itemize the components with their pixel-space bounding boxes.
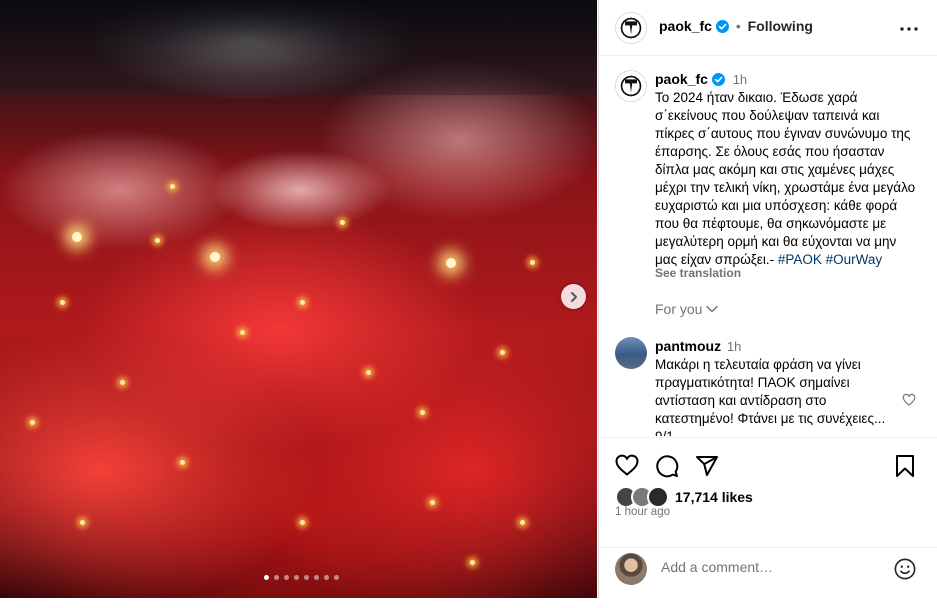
spark <box>120 380 125 385</box>
liker-avatar <box>647 486 669 508</box>
carousel-dot <box>334 575 339 580</box>
caption-username[interactable]: paok_fc <box>655 71 708 87</box>
for-you-dropdown[interactable]: For you <box>655 301 719 317</box>
next-image-button[interactable] <box>561 284 586 309</box>
spark <box>180 460 185 465</box>
more-options-button[interactable] <box>900 18 918 36</box>
spark <box>470 560 475 565</box>
heart-icon <box>902 393 916 406</box>
caption-avatar[interactable] <box>615 70 647 102</box>
spark <box>430 500 435 505</box>
spark <box>530 260 535 265</box>
comment-time: 1h <box>726 339 742 354</box>
spark <box>80 520 85 525</box>
spark <box>500 350 505 355</box>
comment-text: Μακάρι η τελευταία φράση να γίνει πραγμα… <box>655 357 886 436</box>
commenter-avatar[interactable] <box>615 337 647 369</box>
chevron-right-icon <box>570 291 577 302</box>
post-header: paok_fc • Following <box>599 0 937 56</box>
save-button[interactable] <box>895 454 915 483</box>
post-image[interactable] <box>0 0 597 598</box>
carousel-dot <box>264 575 269 580</box>
spark <box>340 220 345 225</box>
share-button[interactable] <box>695 454 719 483</box>
caption: paok_fc 1h Το 2024 ήταν δικαιο. Έδωσε χα… <box>655 70 920 269</box>
spark <box>60 300 65 305</box>
hashtag-link[interactable]: #OurWay <box>826 252 883 267</box>
carousel-dot <box>314 575 319 580</box>
flare <box>72 232 82 242</box>
spark <box>240 330 245 335</box>
heart-icon <box>615 454 639 476</box>
like-comment-button[interactable] <box>902 393 916 411</box>
comment-icon <box>656 455 679 478</box>
see-translation-link[interactable]: See translation <box>655 266 741 280</box>
share-icon <box>696 456 718 476</box>
post-panel: paok_fc • Following paok_fc 1h Το 2024 ή… <box>598 0 937 598</box>
carousel-dot <box>284 575 289 580</box>
spark <box>300 520 305 525</box>
hashtag-link[interactable]: #PAOK <box>778 252 822 267</box>
more-icon <box>900 27 918 31</box>
spark <box>366 370 371 375</box>
comment-username[interactable]: pantmouz <box>655 338 721 354</box>
chevron-down-icon <box>706 305 719 313</box>
separator: • <box>735 18 741 34</box>
flare <box>210 252 220 262</box>
comments-section[interactable]: paok_fc 1h Το 2024 ήταν δικαιο. Έδωσε χα… <box>599 56 937 436</box>
spark <box>420 410 425 415</box>
post-actions: 17,714 likes 1 hour ago <box>599 437 937 548</box>
carousel-dot <box>294 575 299 580</box>
stadium-roof <box>0 0 597 95</box>
likes-summary[interactable]: 17,714 likes <box>615 486 753 508</box>
header-user: paok_fc • Following <box>659 18 813 34</box>
carousel-dot <box>304 575 309 580</box>
flare <box>446 258 456 268</box>
following-button[interactable]: Following <box>748 18 813 34</box>
spark <box>300 300 305 305</box>
spark <box>520 520 525 525</box>
emoji-button[interactable] <box>894 558 916 585</box>
post-time[interactable]: 1 hour ago <box>615 506 670 518</box>
club-crest <box>616 71 646 101</box>
header-username[interactable]: paok_fc <box>659 18 712 34</box>
club-crest <box>616 13 646 43</box>
caption-text: Το 2024 ήταν δικαιο. Έδωσε χαρά σ΄εκείνο… <box>655 90 916 267</box>
verified-icon <box>715 20 729 33</box>
bookmark-icon <box>896 455 914 477</box>
carousel-dot <box>324 575 329 580</box>
like-button[interactable] <box>615 454 639 481</box>
comment-button[interactable] <box>655 454 679 483</box>
add-comment-bar <box>599 547 937 599</box>
avatar[interactable] <box>615 12 647 44</box>
spark <box>30 420 35 425</box>
for-you-label: For you <box>655 301 703 317</box>
comment-input[interactable] <box>659 556 883 578</box>
emoji-icon <box>894 558 916 580</box>
verified-icon <box>711 73 725 86</box>
carousel-dot <box>274 575 279 580</box>
caption-time: 1h <box>732 72 748 87</box>
current-user-avatar[interactable] <box>615 553 647 585</box>
likes-count[interactable]: 17,714 likes <box>675 489 753 505</box>
comment: pantmouz 1h Μακάρι η τελευταία φράση να … <box>655 337 895 436</box>
spark <box>155 238 160 243</box>
spark <box>170 184 175 189</box>
carousel-dots <box>264 575 339 580</box>
